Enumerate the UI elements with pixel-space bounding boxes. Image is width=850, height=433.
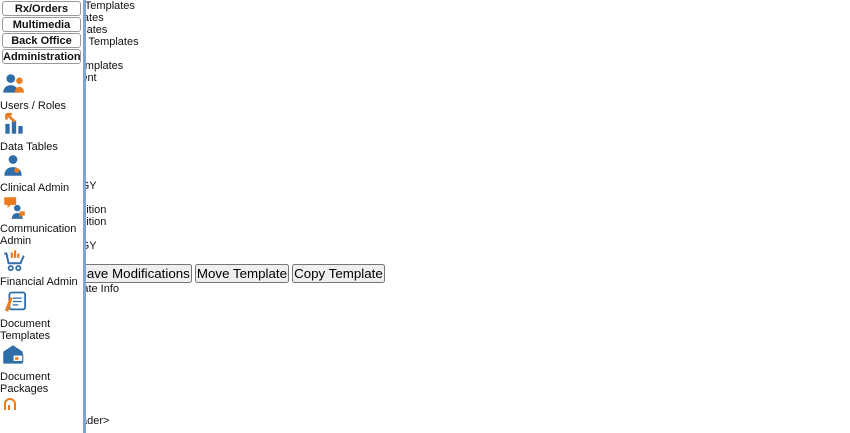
tab-value-label: TAB Value: bbox=[0, 427, 850, 433]
document-templates-icon bbox=[0, 288, 83, 318]
sidebar-item-label: Data Tables bbox=[0, 141, 58, 153]
cell-tab-value: LABS/RADIOLOGY bbox=[0, 240, 850, 252]
display-name-label: Display Name: bbox=[0, 355, 850, 367]
cell-tab-value: LABS/RADIOLOGY bbox=[0, 180, 850, 192]
sidebar-item-clinical-admin[interactable]: Clinical Admin bbox=[0, 153, 83, 194]
sidebar-item-label: Users / Roles bbox=[0, 100, 67, 112]
tab-order-requisition-templates[interactable]: Order/Requisition Templates bbox=[0, 36, 850, 48]
tab-quote-templates[interactable]: Quote Templates bbox=[0, 48, 850, 60]
cell-template-name: Radiology Requisition bbox=[0, 204, 850, 216]
scan-doc-type-label: Scan Doc Type: bbox=[0, 379, 850, 391]
sidebar-item-label: Document Templates bbox=[0, 318, 51, 342]
column-header-disabled[interactable]: Disabled bbox=[0, 132, 850, 144]
document-type-label: Document Type: bbox=[0, 319, 850, 331]
template-name-input[interactable]: CPL Order bbox=[0, 307, 850, 319]
document-packages-icon bbox=[0, 342, 83, 371]
sidebar-item-label: Communication Admin bbox=[0, 223, 77, 247]
sidebar-item-communication-admin[interactable]: Communication Admin bbox=[0, 194, 83, 247]
template-list: Template Name Display Name Document Type… bbox=[0, 84, 850, 264]
cell-disabled: no bbox=[0, 252, 850, 264]
force-header-select[interactable]: <Default Doc Header> bbox=[0, 415, 850, 427]
sidebar-item-label: Financial Admin bbox=[0, 276, 78, 288]
column-header-document-type[interactable]: Document Type bbox=[0, 108, 850, 120]
cell-disabled: no bbox=[0, 192, 850, 204]
table-row[interactable]: Lab Orders Lab Orders Order - text LABS/… bbox=[0, 144, 850, 204]
data-tables-icon bbox=[0, 112, 83, 141]
cell-document-type: Order - text bbox=[0, 228, 850, 240]
document-type-browse-button[interactable]: ... bbox=[0, 343, 850, 355]
template-name-label: Template Name: bbox=[0, 295, 850, 307]
table-row[interactable]: Radiology Requisition Radiology Requisit… bbox=[0, 204, 850, 264]
cell-template-name: Lab Orders bbox=[0, 144, 850, 156]
display-name-input[interactable]: CPL Order bbox=[0, 367, 850, 379]
column-header-display-name[interactable]: Display Name bbox=[0, 96, 850, 108]
save-modifications-button[interactable]: Save Modifications bbox=[75, 264, 192, 283]
column-header-tab-value[interactable]: TAB Value bbox=[0, 120, 850, 132]
tab-mail-merge-templates[interactable]: Mail Merge Templates bbox=[0, 24, 850, 36]
template-list-header: Template Name Display Name Document Type… bbox=[0, 84, 850, 144]
sidebar-section-multimedia[interactable]: Multimedia bbox=[2, 17, 81, 32]
cell-display-name: Lab Orders bbox=[0, 156, 850, 168]
main-content: Encounter Notes Templates Fax Cover Temp… bbox=[0, 0, 850, 433]
sidebar-section-back-office[interactable]: Back Office bbox=[2, 33, 81, 48]
sidebar-item-partial[interactable] bbox=[0, 398, 83, 413]
tab-fax-cover-templates[interactable]: Fax Cover Templates bbox=[0, 12, 850, 24]
sidebar: Rx/Orders Multimedia Back Office Adminis… bbox=[0, 0, 86, 433]
tab-referral-letter-templates[interactable]: Referral Letter Templates bbox=[0, 60, 850, 72]
sidebar-item-label: Clinical Admin bbox=[0, 182, 70, 194]
communication-admin-icon bbox=[0, 194, 83, 223]
group-title: Document Template Info bbox=[0, 283, 120, 295]
financial-admin-icon bbox=[0, 247, 83, 276]
sidebar-section-rx-orders[interactable]: Rx/Orders bbox=[2, 1, 81, 16]
sidebar-item-document-packages[interactable]: Document Packages bbox=[0, 342, 83, 395]
cell-display-name: Radiology Requisition bbox=[0, 216, 850, 228]
paperclip-icon bbox=[0, 398, 83, 413]
copy-template-button[interactable]: Copy Template bbox=[292, 264, 385, 283]
tab-scanned-documents[interactable]: Scanned Document bbox=[0, 72, 850, 84]
sidebar-item-users-roles[interactable]: Users / Roles bbox=[0, 71, 83, 112]
sidebar-item-data-tables[interactable]: Data Tables bbox=[0, 112, 83, 153]
sidebar-item-label: Document Packages bbox=[0, 371, 51, 395]
sidebar-item-financial-admin[interactable]: Financial Admin bbox=[0, 247, 83, 288]
scan-doc-type-browse-button[interactable]: ... bbox=[0, 391, 850, 403]
tab-encounter-notes-templates[interactable]: Encounter Notes Templates bbox=[0, 0, 850, 12]
sidebar-item-document-templates[interactable]: Document Templates bbox=[0, 288, 83, 342]
app-window: Rx/Orders Multimedia Back Office Adminis… bbox=[0, 0, 850, 433]
force-header-label: Force Header: bbox=[0, 403, 850, 415]
template-tab-bar: Encounter Notes Templates Fax Cover Temp… bbox=[0, 0, 850, 84]
move-template-button[interactable]: Move Template bbox=[194, 264, 290, 283]
users-icon bbox=[0, 71, 83, 100]
column-header-template-name[interactable]: Template Name bbox=[0, 84, 850, 96]
clinical-admin-icon bbox=[0, 153, 83, 182]
sidebar-section-administration[interactable]: Administration bbox=[2, 49, 81, 64]
document-template-info-group: Document Template Info Template Name: CP… bbox=[0, 283, 850, 433]
cell-document-type: Order - text bbox=[0, 168, 850, 180]
document-type-input[interactable]: Lab Orders - text bbox=[0, 331, 850, 343]
